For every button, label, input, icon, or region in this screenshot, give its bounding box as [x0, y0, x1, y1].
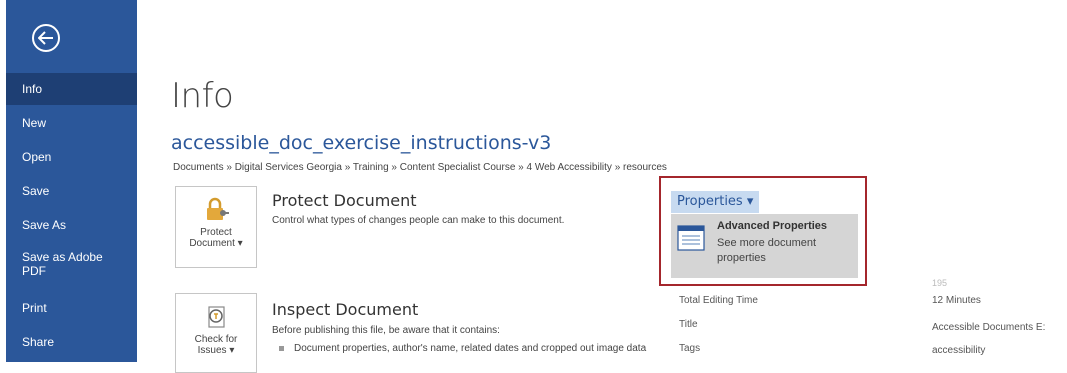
property-value-total-editing-time: 12 Minutes [932, 295, 981, 306]
document-title: accessible_doc_exercise_instructions-v3 [171, 132, 552, 154]
lock-key-icon [207, 197, 229, 220]
property-label-tags: Tags [679, 343, 701, 354]
info-pane: Info accessible_doc_exercise_instruction… [137, 0, 1067, 373]
check-for-issues-button[interactable]: Check for Issues ▾ [175, 293, 257, 373]
bullet-icon [279, 345, 284, 351]
inspect-bullet: Document properties, author's name, rela… [279, 343, 646, 354]
backstage-sidebar: Info New Open Save Save As Save as Adobe… [6, 0, 137, 362]
properties-dropdown-button[interactable]: Properties ▾ [671, 191, 760, 213]
advanced-properties-title: Advanced Properties [717, 220, 828, 232]
inspect-tile-label-2: Issues ▾ [197, 345, 235, 356]
protect-tile-label-1: Protect [200, 227, 232, 238]
advanced-properties-item[interactable]: Advanced Properties See more document pr… [671, 214, 858, 278]
nav-save-as[interactable]: Save As [6, 209, 137, 241]
back-button[interactable] [32, 24, 60, 52]
properties-highlight: Properties ▾ Advanced Properties See mor… [659, 176, 867, 286]
nav-open[interactable]: Open [6, 141, 137, 173]
protect-description: Control what types of changes people can… [272, 215, 565, 226]
advanced-properties-desc-line-2: properties [717, 252, 766, 264]
nav-info[interactable]: Info [6, 73, 137, 105]
advanced-properties-description: See more document properties [717, 236, 847, 266]
nav-share[interactable]: Share [6, 326, 137, 358]
protect-heading: Protect Document [272, 191, 417, 210]
obscured-property-value: 195 [932, 278, 948, 288]
nav-save-as-pdf[interactable]: Save as Adobe PDF [6, 247, 106, 283]
inspect-tile-label-1: Check for [194, 334, 238, 345]
properties-dialog-icon [677, 225, 705, 251]
breadcrumb[interactable]: Documents » Digital Services Georgia » T… [173, 162, 667, 173]
property-label-total-editing-time: Total Editing Time [679, 295, 758, 306]
advanced-properties-desc-line-1: See more document [717, 237, 817, 249]
property-label-title: Title [679, 319, 698, 330]
inspect-document-icon [208, 306, 225, 328]
inspect-heading: Inspect Document [272, 300, 419, 319]
nav-print[interactable]: Print [6, 292, 137, 324]
nav-save[interactable]: Save [6, 175, 137, 207]
page-title: Info [171, 76, 234, 116]
property-value-tags[interactable]: accessibility [932, 345, 985, 356]
property-value-title[interactable]: Accessible Documents E: [932, 322, 1045, 333]
inspect-description: Before publishing this file, be aware th… [272, 325, 500, 336]
properties-menu: Advanced Properties See more document pr… [671, 214, 858, 278]
back-arrow-icon [38, 31, 53, 45]
protect-document-button[interactable]: Protect Document ▾ [175, 186, 257, 268]
protect-tile-label-2: Document ▾ [189, 238, 243, 249]
nav-new[interactable]: New [6, 107, 137, 139]
inspect-bullet-text: Document properties, author's name, rela… [294, 343, 647, 354]
